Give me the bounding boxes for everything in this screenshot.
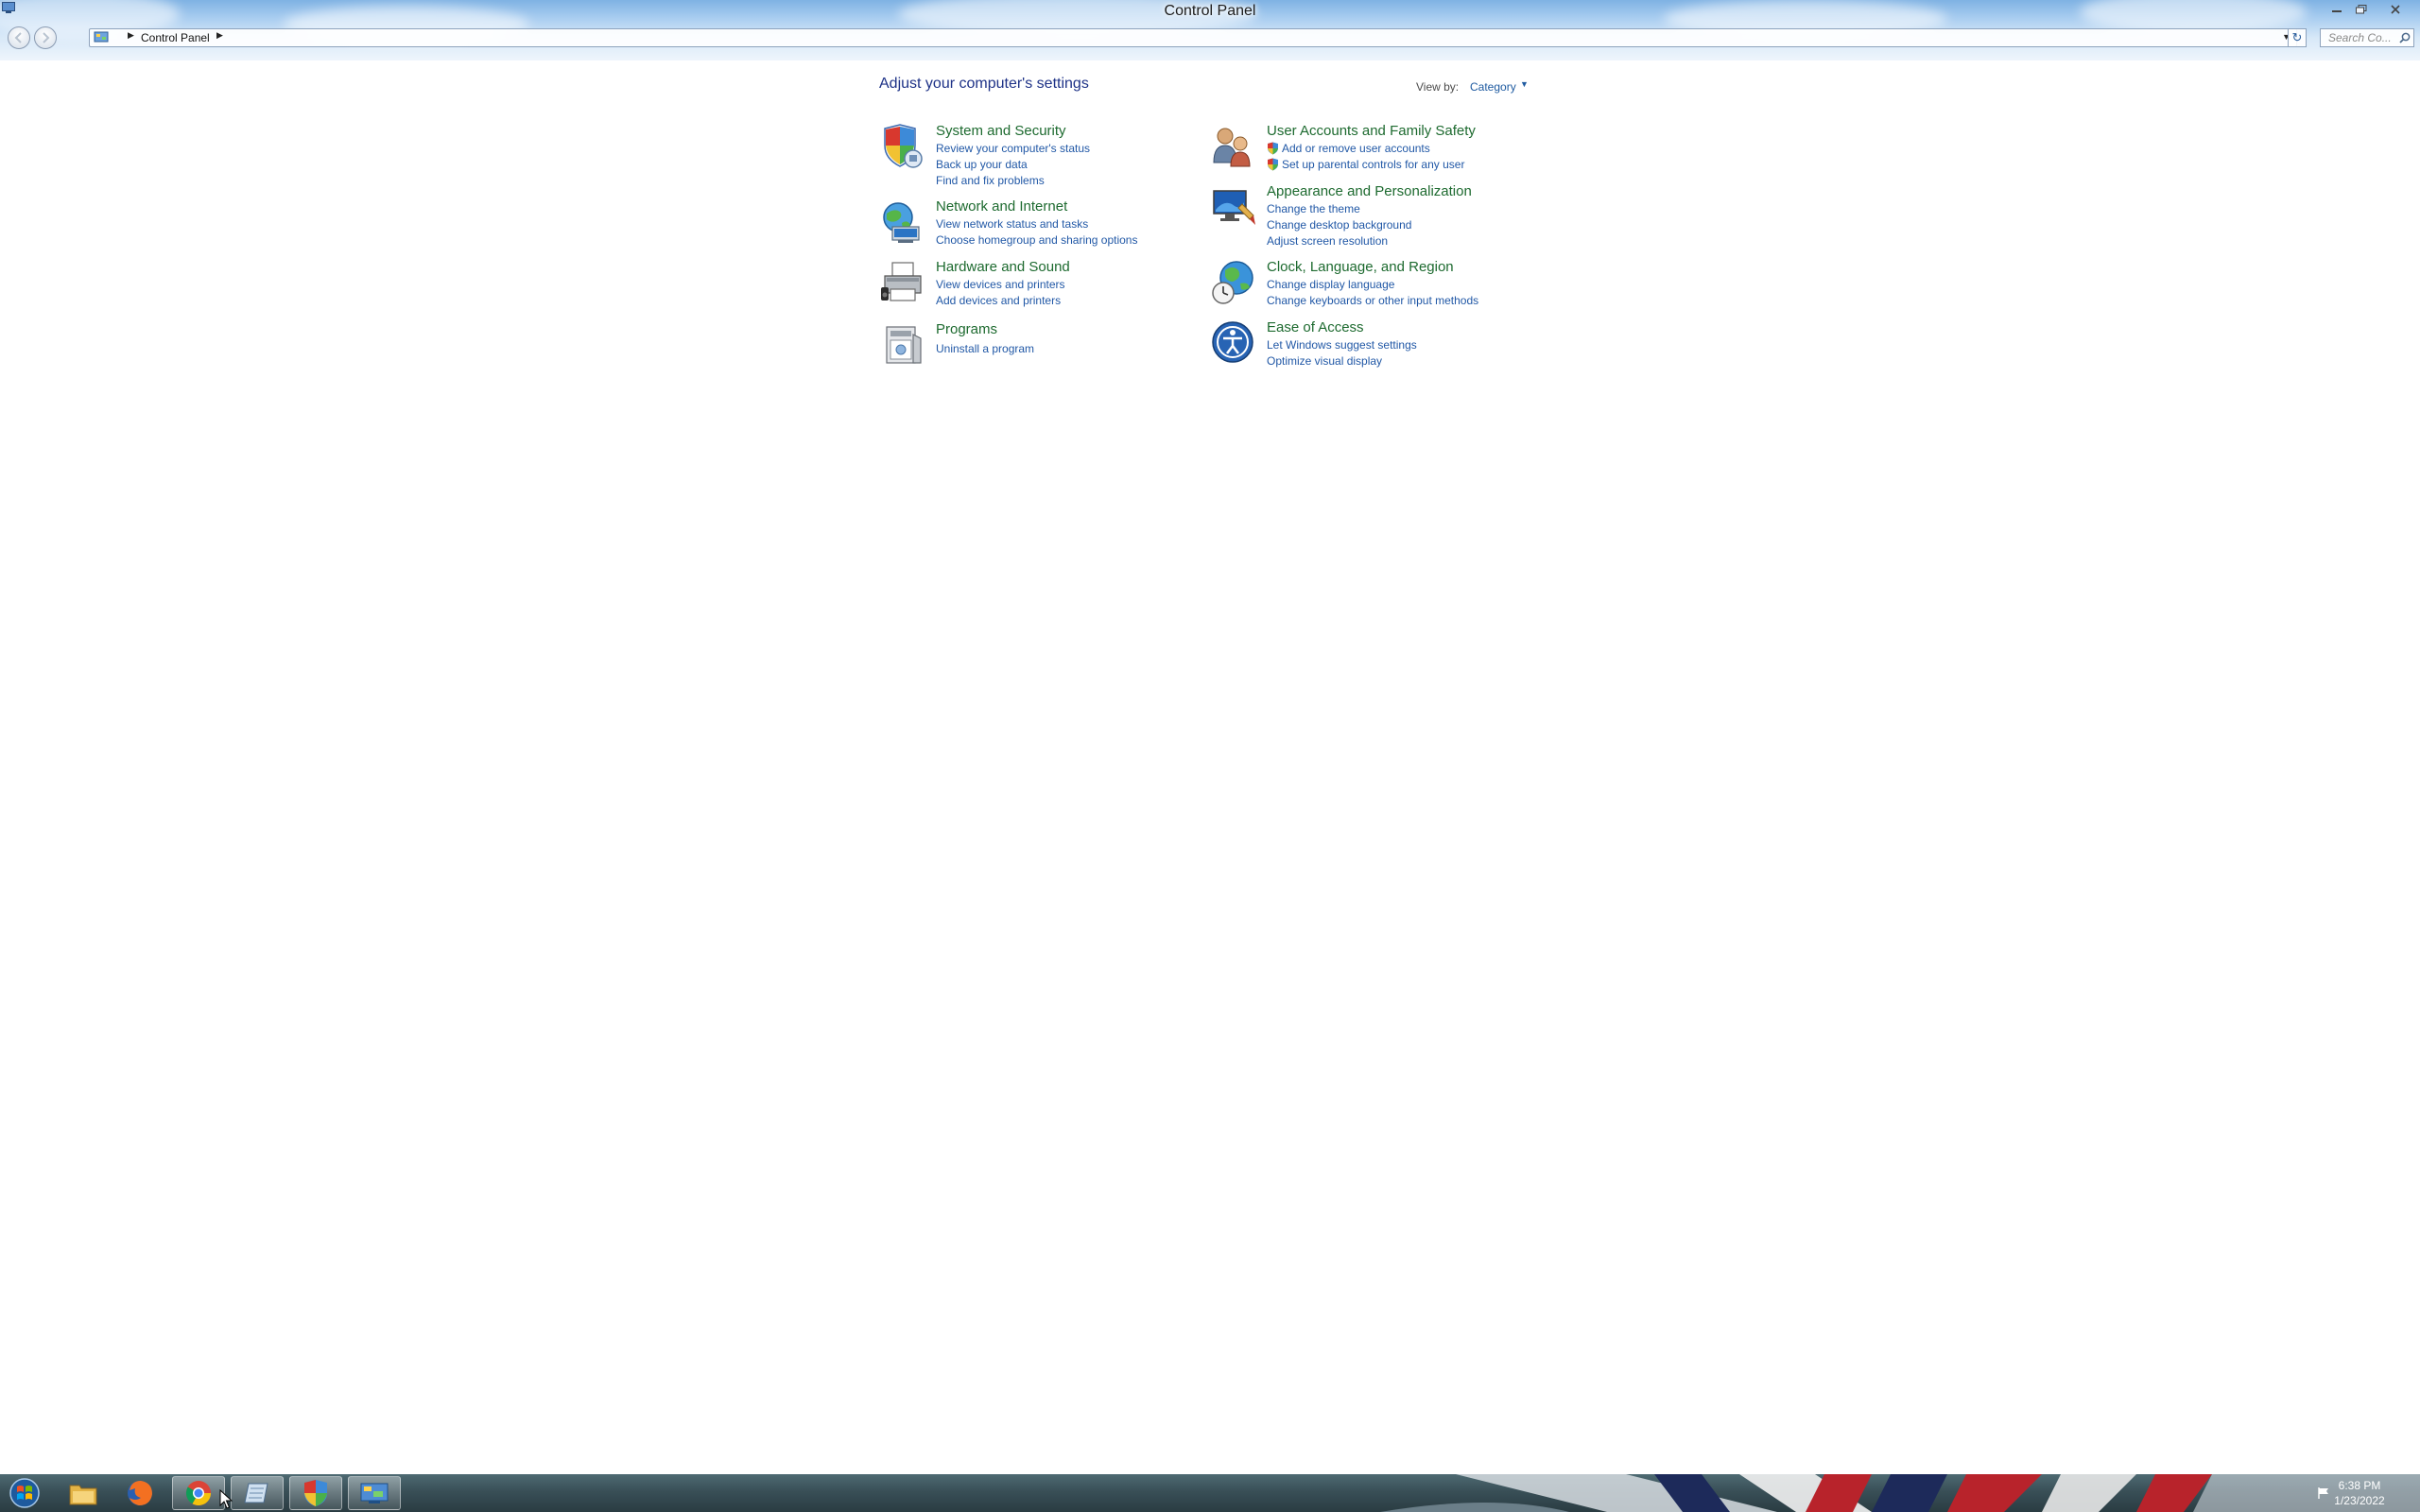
link-uninstall-program[interactable]: Uninstall a program [936,342,1034,355]
link-change-theme[interactable]: Change the theme [1267,202,1360,215]
link-display-language[interactable]: Change display language [1267,278,1394,291]
search-placeholder: Search Co... [2328,31,2392,44]
clock-time: 6:38 PM [2338,1479,2381,1492]
category-clock-language-region: Clock, Language, and Region Change displ… [1210,259,1512,312]
window-title: Control Panel [1164,3,1256,19]
link-optimize-display[interactable]: Optimize visual display [1267,354,1382,368]
link-add-devices[interactable]: Add devices and printers [936,294,1061,307]
restore-icon [2356,5,2367,14]
mouse-cursor-icon [219,1489,233,1509]
taskbar-security[interactable] [289,1476,342,1510]
close-button[interactable] [2384,1,2407,18]
breadcrumb-chevron-icon[interactable]: ▶ [216,30,223,41]
address-bar[interactable]: ▶ Control Panel ▶ ▼ [89,28,2297,47]
page-heading: Adjust your computer's settings [879,76,1089,92]
window-title-bar: Control Panel ▶ Control Panel ▶ ▼ ↻ Sear… [0,0,2420,60]
link-back-up-data[interactable]: Back up your data [936,158,1028,171]
taskbar-firefox[interactable] [113,1476,166,1510]
forward-button[interactable] [34,26,57,49]
category-ease-of-access: Ease of Access Let Windows suggest setti… [1210,319,1494,372]
link-desktop-background[interactable]: Change desktop background [1267,218,1411,232]
taskbar-chrome[interactable] [172,1476,225,1510]
category-title[interactable]: Network and Internet [936,198,1067,215]
link-find-fix-problems[interactable]: Find and fix problems [936,174,1045,187]
programs-box-icon[interactable] [879,321,926,369]
link-windows-suggest[interactable]: Let Windows suggest settings [1267,338,1417,352]
category-title[interactable]: User Accounts and Family Safety [1267,123,1476,139]
category-title[interactable]: System and Security [936,123,1066,139]
link-view-devices[interactable]: View devices and printers [936,278,1065,291]
forward-arrow-icon [43,32,50,43]
users-icon[interactable] [1210,123,1257,170]
breadcrumb-control-panel[interactable]: Control Panel [141,31,210,44]
security-shield-icon [304,1480,327,1506]
control-panel-icon [94,31,109,43]
category-user-accounts: User Accounts and Family Safety Add or r… [1210,123,1531,174]
view-by-dropdown[interactable]: Category [1470,80,1516,94]
breadcrumb-separator-icon[interactable]: ▶ [128,30,134,41]
category-system-security: System and Security Review your computer… [879,123,1163,189]
minimize-button[interactable] [2325,1,2348,18]
link-review-status[interactable]: Review your computer's status [936,142,1090,155]
link-add-remove-accounts[interactable]: Add or remove user accounts [1282,142,1430,155]
maximize-button[interactable] [2350,1,2373,18]
search-input[interactable]: Search Co... [2320,28,2414,47]
taskbar-notepad[interactable] [231,1476,284,1510]
printer-icon[interactable] [879,259,926,306]
taskbar-file-explorer[interactable] [57,1476,110,1510]
category-title[interactable]: Programs [936,321,997,337]
category-title[interactable]: Ease of Access [1267,319,1364,335]
uac-shield-icon [1268,158,1278,171]
back-arrow-icon [14,32,22,43]
category-title[interactable]: Clock, Language, and Region [1267,259,1454,275]
uac-shield-icon [1268,142,1278,155]
control-panel-icon [360,1483,389,1503]
file-explorer-icon [69,1485,97,1505]
firefox-icon [128,1481,152,1505]
category-title[interactable]: Hardware and Sound [936,259,1070,275]
chrome-icon [185,1481,212,1506]
display-brush-icon[interactable] [1210,183,1257,231]
control-panel-content: Adjust your computer's settings View by:… [0,60,2420,1474]
link-screen-resolution[interactable]: Adjust screen resolution [1267,234,1388,248]
shield-icon[interactable] [879,123,926,170]
category-appearance: Appearance and Personalization Change th… [1210,183,1512,249]
close-icon [2391,5,2400,14]
refresh-button[interactable]: ↻ [2288,28,2307,47]
notepad-icon [244,1483,268,1503]
category-network-internet: Network and Internet View network status… [879,198,1182,251]
category-title[interactable]: Appearance and Personalization [1267,183,1472,199]
link-keyboards-input[interactable]: Change keyboards or other input methods [1267,294,1478,307]
search-icon[interactable] [2399,32,2411,43]
chevron-down-icon[interactable]: ▼ [1520,79,1529,89]
minimize-icon [2332,10,2342,12]
start-button[interactable] [0,1476,49,1510]
wallpaper-art [1380,1474,2420,1512]
link-homegroup-sharing[interactable]: Choose homegroup and sharing options [936,233,1137,247]
view-by-label: View by: [1416,80,1460,94]
clock-date: 1/23/2022 [2334,1494,2385,1507]
taskbar-control-panel[interactable] [348,1476,401,1510]
taskbar: 6:38 PM 1/23/2022 [0,1474,2420,1512]
link-parental-controls[interactable]: Set up parental controls for any user [1282,158,1464,171]
accessibility-icon[interactable] [1210,319,1257,367]
category-hardware-sound: Hardware and Sound View devices and prin… [879,259,1163,312]
globe-clock-icon[interactable] [1210,259,1257,306]
refresh-icon: ↻ [2291,30,2303,44]
category-programs: Programs Uninstall a program [879,321,1163,369]
network-globe-icon[interactable] [879,198,926,246]
start-orb-icon [9,1478,40,1508]
back-button[interactable] [8,26,30,49]
link-network-status[interactable]: View network status and tasks [936,217,1088,231]
taskbar-clock[interactable]: 6:38 PM 1/23/2022 [2322,1478,2397,1508]
